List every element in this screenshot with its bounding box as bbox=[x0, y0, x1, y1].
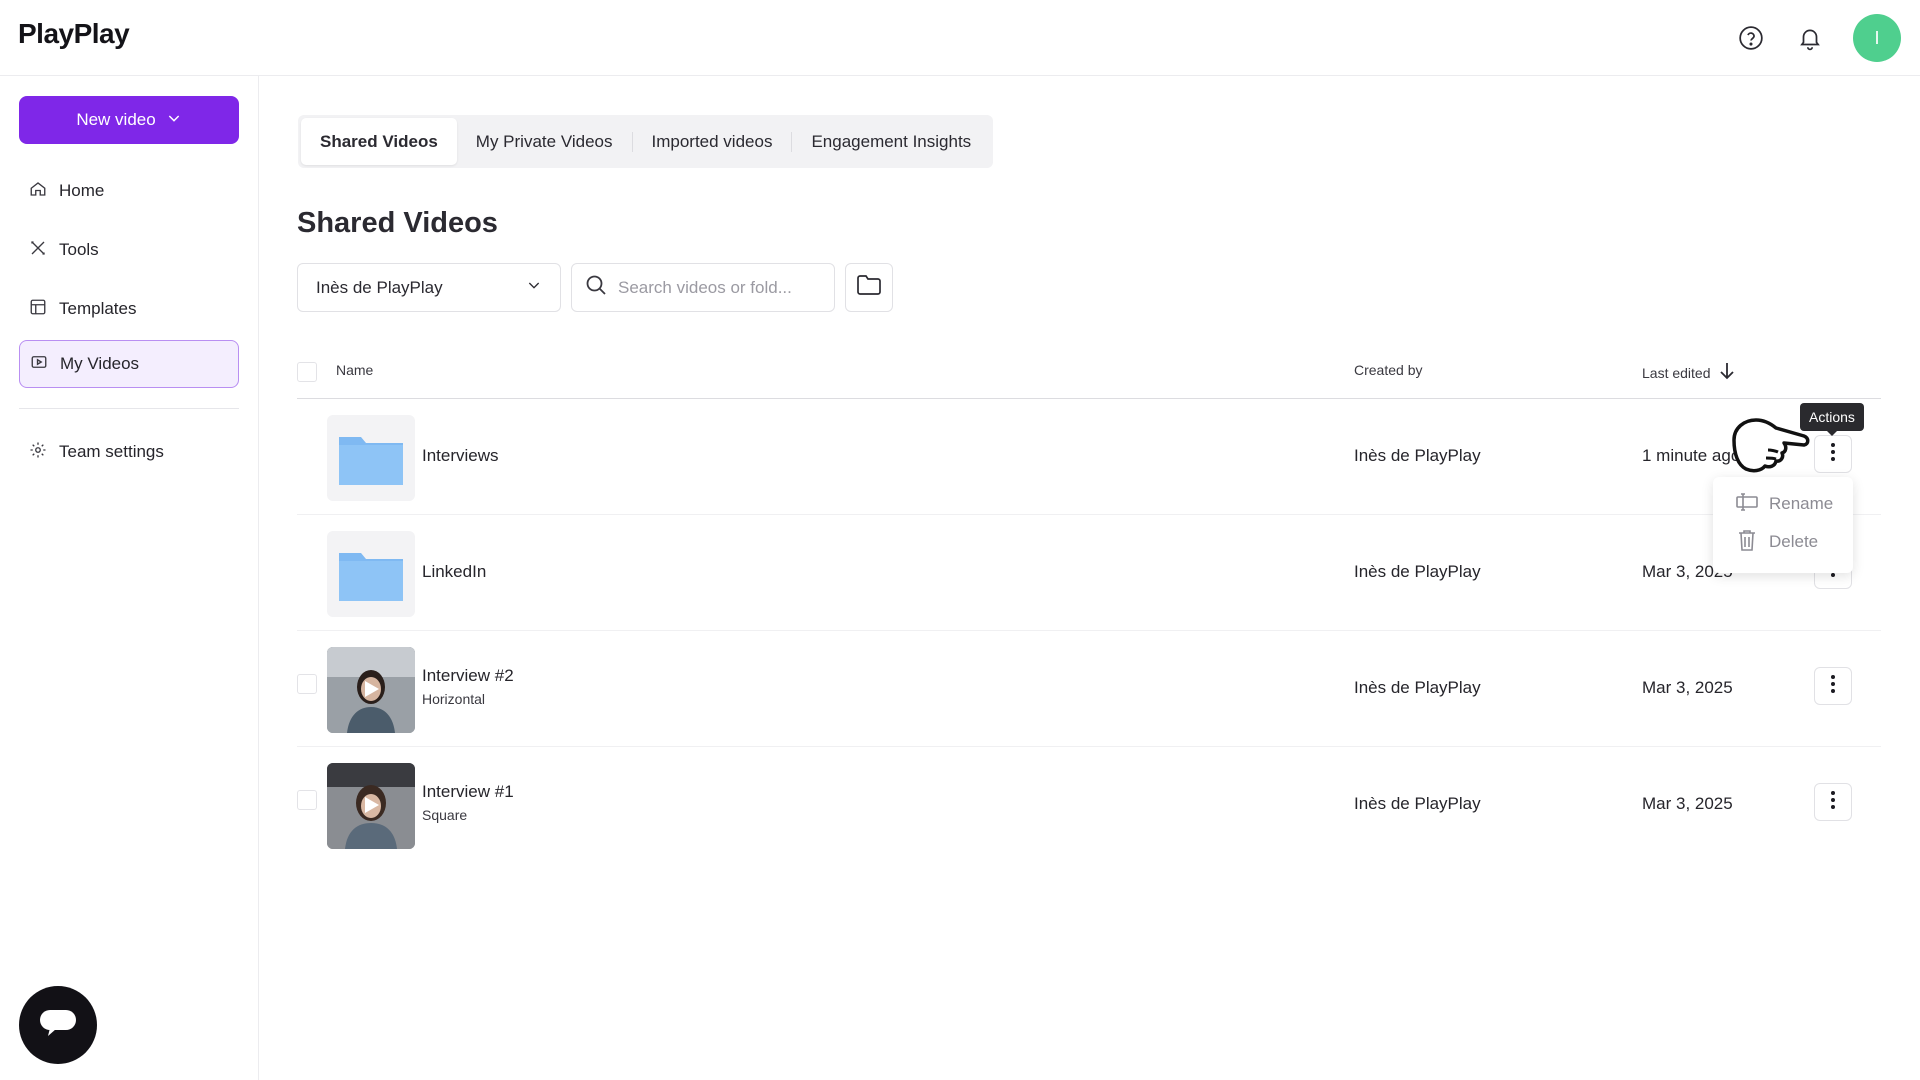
sidebar-item-tools[interactable]: Tools bbox=[19, 226, 239, 274]
row-format: Horizontal bbox=[422, 691, 486, 707]
column-header-created-by[interactable]: Created by bbox=[1354, 362, 1422, 378]
sidebar-item-templates[interactable]: Templates bbox=[19, 285, 239, 333]
search-icon bbox=[584, 273, 608, 302]
menu-item-rename[interactable]: Rename bbox=[1713, 485, 1853, 523]
new-folder-button[interactable] bbox=[845, 263, 893, 312]
arrow-down-icon bbox=[1719, 362, 1735, 383]
row-created-by: Inès de PlayPlay bbox=[1354, 678, 1481, 697]
row-last-edited: Mar 3, 2025 bbox=[1642, 678, 1733, 697]
gear-icon bbox=[29, 441, 47, 464]
menu-item-label: Delete bbox=[1769, 532, 1819, 551]
app-logo[interactable]: PlayPlay bbox=[18, 18, 130, 50]
sidebar-item-my-videos[interactable]: My Videos bbox=[19, 340, 239, 388]
tab-my-private-videos[interactable]: My Private Videos bbox=[457, 118, 632, 165]
avatar[interactable]: I bbox=[1853, 14, 1901, 62]
tab-bar: Shared Videos My Private Videos Imported… bbox=[298, 115, 994, 168]
video-thumbnail[interactable] bbox=[327, 763, 415, 849]
column-header-label: Last edited bbox=[1642, 364, 1711, 381]
kebab-icon bbox=[1830, 790, 1836, 815]
actions-button[interactable] bbox=[1814, 435, 1852, 473]
chat-icon bbox=[38, 1006, 78, 1045]
tools-icon bbox=[29, 239, 47, 262]
row-created-by: Inès de PlayPlay bbox=[1354, 794, 1481, 813]
sidebar-divider bbox=[19, 408, 239, 409]
actions-menu: Rename Delete bbox=[1713, 477, 1853, 573]
folder-icon bbox=[339, 553, 403, 601]
video-thumbnail[interactable] bbox=[327, 647, 415, 733]
row-created-by: Inès de PlayPlay bbox=[1354, 562, 1481, 581]
menu-item-label: Rename bbox=[1769, 494, 1834, 513]
rename-icon bbox=[1735, 492, 1759, 517]
home-icon bbox=[29, 180, 47, 203]
tab-shared-videos[interactable]: Shared Videos bbox=[301, 118, 457, 165]
chevron-down-icon bbox=[166, 110, 182, 131]
help-icon[interactable] bbox=[1735, 22, 1767, 54]
row-checkbox[interactable] bbox=[297, 790, 317, 810]
sidebar-item-team-settings[interactable]: Team settings bbox=[19, 428, 239, 476]
tab-imported-videos[interactable]: Imported videos bbox=[633, 118, 792, 165]
select-all-checkbox[interactable] bbox=[297, 362, 317, 382]
bell-icon[interactable] bbox=[1794, 22, 1826, 54]
video-preview-image bbox=[327, 647, 415, 733]
folder-icon bbox=[339, 437, 403, 485]
column-header-name[interactable]: Name bbox=[336, 362, 373, 378]
folder-icon bbox=[856, 274, 882, 301]
search-field[interactable] bbox=[571, 263, 835, 312]
table-header: Name Created by Last edited bbox=[297, 350, 1881, 399]
table-row[interactable]: LinkedIn Inès de PlayPlay Mar 3, 2025 bbox=[297, 515, 1881, 631]
column-header-last-edited[interactable]: Last edited bbox=[1642, 362, 1735, 383]
folder-thumbnail bbox=[327, 531, 415, 617]
row-name[interactable]: Interview #2 bbox=[422, 666, 514, 686]
actions-button[interactable] bbox=[1814, 667, 1852, 705]
row-name[interactable]: Interview #1 bbox=[422, 782, 514, 802]
kebab-icon bbox=[1830, 674, 1836, 699]
row-checkbox[interactable] bbox=[297, 674, 317, 694]
new-video-label: New video bbox=[76, 110, 156, 129]
tab-engagement-insights[interactable]: Engagement Insights bbox=[792, 118, 990, 165]
sidebar-item-label: Templates bbox=[59, 299, 137, 318]
trash-icon bbox=[1735, 529, 1759, 556]
video-preview-image bbox=[327, 763, 415, 849]
row-last-edited: 1 minute ago bbox=[1642, 446, 1741, 465]
templates-icon bbox=[29, 298, 47, 321]
row-last-edited: Mar 3, 2025 bbox=[1642, 794, 1733, 813]
new-video-button[interactable]: New video bbox=[19, 96, 239, 144]
kebab-icon bbox=[1830, 442, 1836, 467]
owner-select-value: Inès de PlayPlay bbox=[316, 277, 443, 297]
row-created-by: Inès de PlayPlay bbox=[1354, 446, 1481, 465]
sidebar-item-label: Tools bbox=[59, 240, 99, 259]
folder-thumbnail bbox=[327, 415, 415, 501]
sidebar: New video Home Tools Templates My Videos… bbox=[0, 76, 259, 1080]
page-title: Shared Videos bbox=[297, 207, 498, 239]
chat-button[interactable] bbox=[19, 986, 97, 1064]
table-row[interactable]: Interview #1 Square Inès de PlayPlay Mar… bbox=[297, 747, 1881, 863]
sidebar-item-label: Team settings bbox=[59, 442, 164, 461]
search-input[interactable] bbox=[618, 277, 818, 298]
row-format: Square bbox=[422, 807, 468, 823]
table-row[interactable]: Interview #2 Horizontal Inès de PlayPlay… bbox=[297, 631, 1881, 747]
row-name[interactable]: LinkedIn bbox=[422, 562, 486, 582]
video-icon bbox=[30, 353, 48, 376]
hand-cursor-icon bbox=[1728, 410, 1812, 481]
sidebar-item-home[interactable]: Home bbox=[19, 167, 239, 215]
top-bar: PlayPlay I bbox=[0, 0, 1920, 76]
menu-item-delete[interactable]: Delete bbox=[1713, 523, 1853, 561]
sidebar-item-label: My Videos bbox=[60, 354, 140, 373]
chevron-down-icon bbox=[526, 277, 542, 298]
table-row[interactable]: Interviews Inès de PlayPlay 1 minute ago bbox=[297, 399, 1881, 515]
owner-select[interactable]: Inès de PlayPlay bbox=[297, 263, 561, 312]
row-name[interactable]: Interviews bbox=[422, 446, 499, 466]
actions-button[interactable] bbox=[1814, 783, 1852, 821]
sidebar-item-label: Home bbox=[59, 181, 105, 200]
